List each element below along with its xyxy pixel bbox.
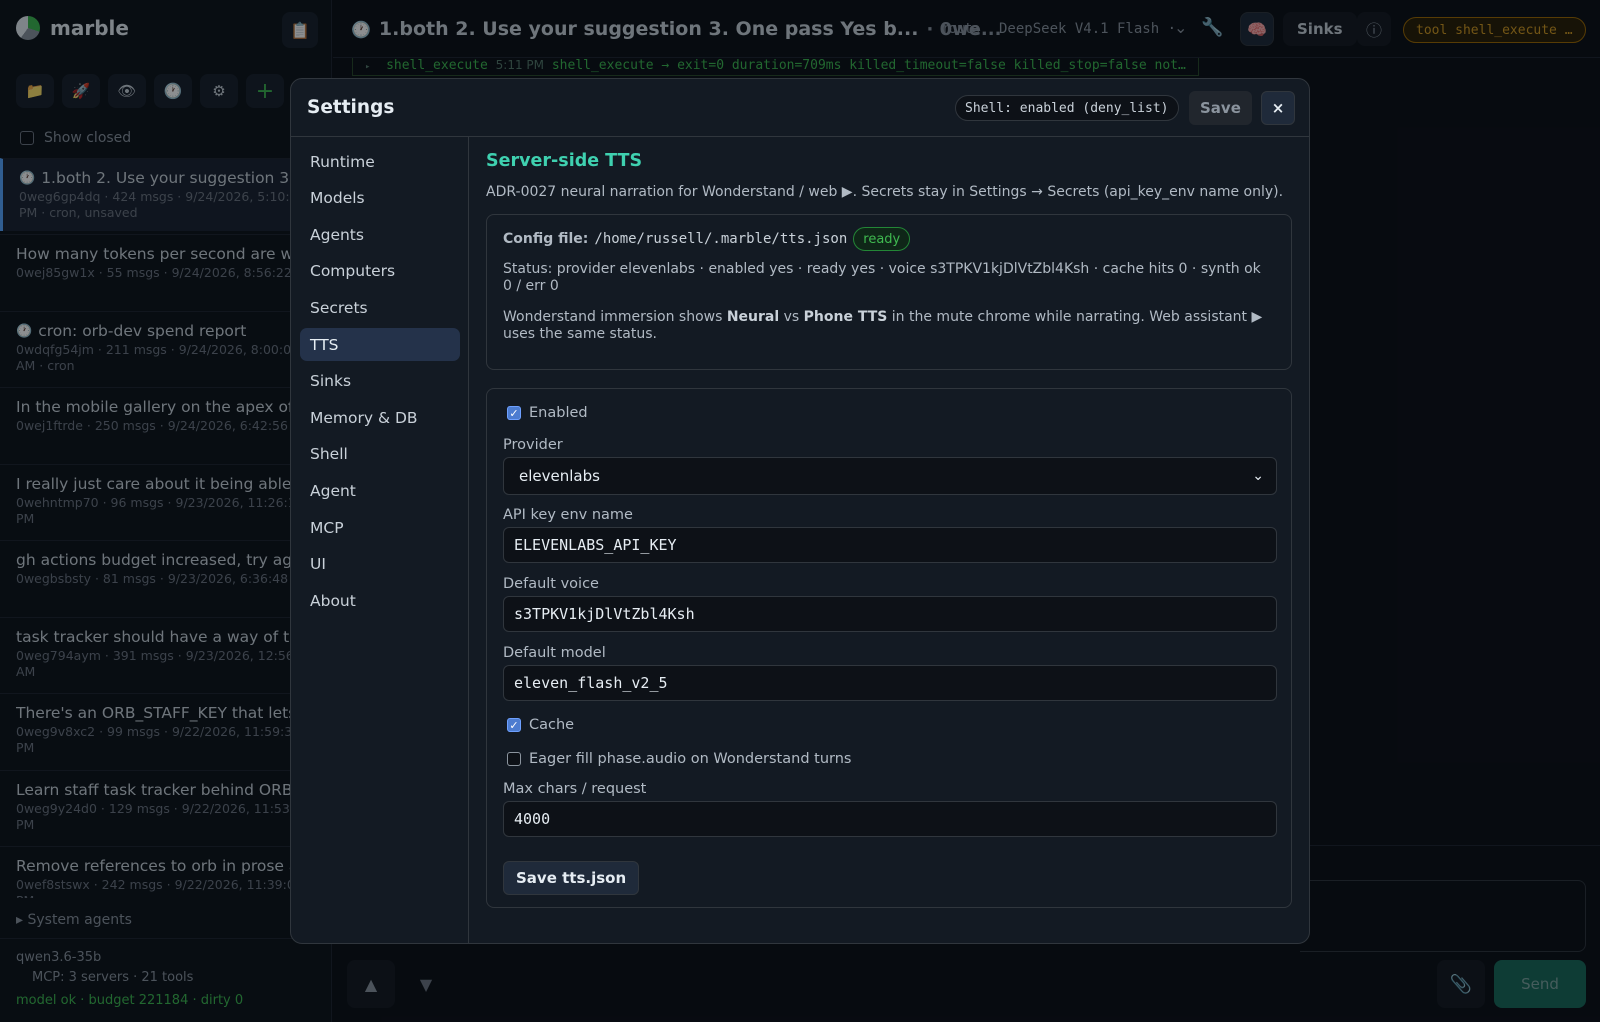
- narration-note-pre: Wonderstand immersion shows: [503, 309, 727, 325]
- settings-content: Server-side TTS ADR-0027 neural narratio…: [290, 78, 1310, 944]
- cache-toggle[interactable]: ✓ Cache: [507, 717, 574, 733]
- default-voice-field[interactable]: s3TPKV1kjDlVtZbl4Ksh: [503, 596, 1277, 632]
- eager-fill-checkbox[interactable]: [507, 752, 521, 766]
- tts-status-text: Status: provider elevenlabs · enabled ye…: [503, 261, 1261, 294]
- enabled-toggle[interactable]: ✓ Enabled: [507, 405, 588, 421]
- provider-value: elevenlabs: [519, 467, 600, 485]
- default-model-field[interactable]: eleven_flash_v2_5: [503, 665, 1277, 701]
- config-file-line: Config file: /home/russell/.marble/tts.j…: [503, 227, 911, 251]
- default-model-label: Default model: [503, 645, 606, 661]
- api-key-field[interactable]: ELEVENLABS_API_KEY: [503, 527, 1277, 563]
- narration-vs: vs: [779, 309, 804, 325]
- provider-label: Provider: [503, 437, 563, 453]
- default-voice-label: Default voice: [503, 576, 599, 592]
- config-file-path: /home/russell/.marble/tts.json: [594, 231, 848, 247]
- cache-label: Cache: [529, 717, 575, 733]
- provider-select[interactable]: elevenlabs ⌄: [503, 457, 1277, 495]
- config-file-label: Config file:: [503, 231, 589, 247]
- api-key-label: API key env name: [503, 507, 633, 523]
- narration-neural: Neural: [726, 309, 780, 325]
- cache-checkbox[interactable]: ✓: [507, 718, 521, 732]
- enabled-checkbox[interactable]: ✓: [507, 406, 521, 420]
- section-description: ADR-0027 neural narration for Wonderstan…: [486, 184, 1284, 200]
- config-status-card: Config file: /home/russell/.marble/tts.j…: [486, 214, 1292, 370]
- section-title: Server-side TTS: [486, 151, 643, 171]
- max-chars-label: Max chars / request: [503, 781, 647, 797]
- enabled-label: Enabled: [529, 405, 588, 421]
- max-chars-field[interactable]: 4000: [503, 801, 1277, 837]
- tts-form-card: ✓ Enabled Provider elevenlabs ⌄ API key …: [486, 388, 1292, 908]
- eager-fill-label: Eager fill phase.audio on Wonderstand tu…: [529, 751, 852, 767]
- chevron-down-icon: ⌄: [1252, 468, 1264, 484]
- narration-note: Wonderstand immersion shows Neural vs Ph…: [503, 309, 1273, 343]
- eager-fill-toggle[interactable]: Eager fill phase.audio on Wonderstand tu…: [507, 751, 851, 767]
- ready-badge: ready: [853, 227, 911, 251]
- save-tts-button[interactable]: Save tts.json: [503, 861, 640, 895]
- narration-phone-tts: Phone TTS: [803, 309, 888, 325]
